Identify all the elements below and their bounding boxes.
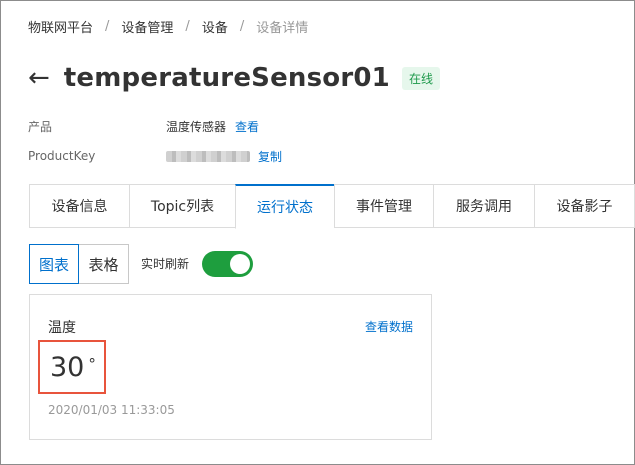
table-view-button[interactable]: 表格: [79, 244, 129, 284]
back-arrow-icon[interactable]: ←: [28, 65, 50, 91]
product-label: 产品: [28, 119, 53, 134]
breadcrumb-devices[interactable]: 设备: [202, 17, 228, 36]
detail-tabs: 设备信息 Topic列表 运行状态 事件管理 服务调用 设备影子: [29, 184, 635, 229]
view-product-link[interactable]: 查看: [235, 118, 259, 135]
productkey-row: ProductKey 复制: [28, 147, 282, 165]
tab-runtime-status[interactable]: 运行状态: [235, 184, 334, 229]
tab-device-shadow[interactable]: 设备影子: [534, 184, 635, 228]
breadcrumb-iot-platform[interactable]: 物联网平台: [28, 17, 93, 36]
page-header: ← temperatureSensor01 在线: [28, 58, 440, 98]
breadcrumb-device-detail: 设备详情: [256, 20, 309, 36]
temperature-value-highlight: 30 °: [38, 340, 106, 394]
breadcrumb-separator: /: [185, 18, 190, 34]
copy-productkey-link[interactable]: 复制: [258, 148, 282, 165]
product-row: 产品 温度传感器 查看: [28, 117, 259, 135]
tab-event-management[interactable]: 事件管理: [334, 184, 433, 228]
temperature-value: 30: [50, 351, 85, 383]
productkey-label: ProductKey: [28, 149, 96, 163]
tab-topic-list[interactable]: Topic列表: [129, 184, 235, 228]
temperature-unit: °: [88, 355, 96, 373]
tab-service-invocation[interactable]: 服务调用: [433, 184, 534, 228]
chart-view-button[interactable]: 图表: [29, 244, 79, 284]
realtime-refresh-toggle[interactable]: [202, 251, 253, 277]
status-badge: 在线: [401, 66, 440, 90]
card-title: 温度: [48, 320, 76, 336]
page-title: temperatureSensor01: [63, 63, 390, 93]
view-data-link[interactable]: 查看数据: [365, 318, 413, 335]
view-mode-switch: 图表 表格: [29, 244, 129, 284]
product-value: 温度传感器: [166, 119, 227, 134]
breadcrumb-device-management[interactable]: 设备管理: [121, 17, 173, 36]
update-timestamp: 2020/01/03 11:33:05: [48, 403, 175, 417]
tab-device-info[interactable]: 设备信息: [29, 184, 129, 228]
breadcrumb: 物联网平台 / 设备管理 / 设备 / 设备详情: [28, 16, 308, 36]
toggle-knob: [230, 254, 250, 274]
breadcrumb-separator: /: [105, 18, 110, 34]
productkey-masked-value: [166, 150, 250, 162]
temperature-card: 温度 查看数据 30 ° 2020/01/03 11:33:05: [29, 294, 432, 440]
breadcrumb-separator: /: [239, 18, 245, 34]
realtime-refresh-label: 实时刷新: [141, 257, 190, 271]
